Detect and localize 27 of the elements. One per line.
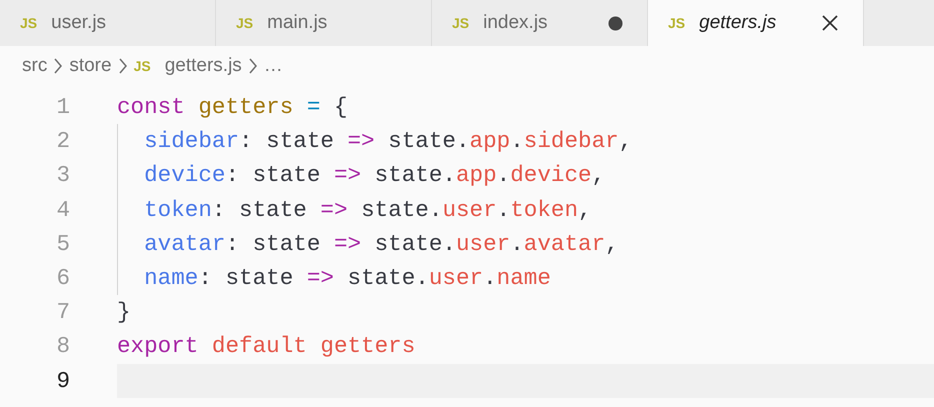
chevron-icon <box>248 57 258 75</box>
line-number: 6 <box>55 264 70 293</box>
editor-tab[interactable]: JS getters.js <box>648 0 864 46</box>
code-line: const getters = { <box>117 94 348 120</box>
code-line: sidebar: state => state.app.sidebar, <box>143 128 632 154</box>
code-line: avatar: state => state.user.avatar, <box>143 230 619 257</box>
code-line: export default getters <box>117 333 416 360</box>
breadcrumb-item[interactable]: getters.js <box>164 52 242 80</box>
line-number: 4 <box>55 196 70 225</box>
line-number: 5 <box>55 230 70 259</box>
js-file-icon: JS <box>134 56 151 76</box>
line-number: 2 <box>55 127 70 156</box>
close-icon[interactable] <box>821 14 839 32</box>
line-number: 1 <box>55 93 70 122</box>
line-number: 7 <box>55 298 70 328</box>
breadcrumb-item[interactable]: src <box>22 52 48 80</box>
code-line: name: state => state.user.name <box>143 264 551 291</box>
line-number: 3 <box>55 161 70 190</box>
line-number: 9 <box>55 366 70 396</box>
code-line: token: state => state.user.token, <box>143 196 592 223</box>
breadcrumb-more[interactable]: … <box>264 52 283 80</box>
code-line: } <box>117 299 131 326</box>
line-number: 8 <box>55 332 70 362</box>
chevron-icon <box>118 57 128 75</box>
chevron-icon <box>53 57 64 75</box>
breadcrumb-item[interactable]: store <box>69 52 112 80</box>
code-line: device: state => state.app.device, <box>143 162 606 188</box>
